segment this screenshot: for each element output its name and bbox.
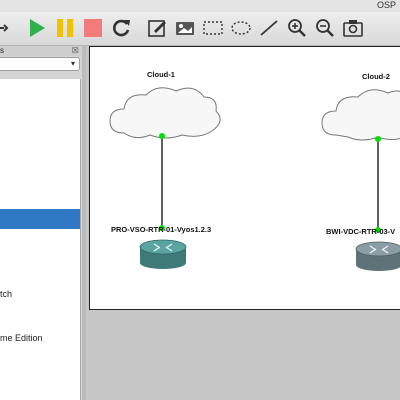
devices-panel: s ⊠ ▾ tch me Edition — [0, 45, 82, 400]
node-label[interactable]: BWI-VDC-RTR-03-V — [326, 227, 395, 236]
stop-icon[interactable] — [82, 17, 104, 39]
device-list[interactable]: tch me Edition — [0, 79, 81, 400]
cloud-icon[interactable] — [321, 89, 400, 141]
device-type-select[interactable]: ▾ — [0, 57, 80, 71]
cut-icon[interactable] — [0, 17, 14, 39]
link-endpoint — [375, 136, 381, 142]
topology-canvas[interactable]: Cloud-1 Cloud-2 PRO-VSO-RTR-01-Vyos1.2.3… — [89, 46, 400, 310]
zoom-in-icon[interactable] — [286, 17, 308, 39]
note-icon[interactable] — [146, 17, 168, 39]
image-icon[interactable] — [174, 17, 196, 39]
devices-panel-header: s ⊠ — [0, 45, 82, 56]
list-item[interactable]: tch — [0, 289, 12, 299]
zoom-out-icon[interactable] — [314, 17, 336, 39]
rectangle-icon[interactable] — [202, 17, 224, 39]
toolbar — [0, 12, 400, 46]
pause-icon[interactable] — [54, 17, 76, 39]
play-icon[interactable] — [26, 17, 48, 39]
list-item[interactable]: me Edition — [0, 333, 43, 343]
node-label[interactable]: Cloud-2 — [362, 72, 390, 81]
devices-panel-title: s — [0, 46, 4, 55]
selected-list-item[interactable] — [0, 209, 80, 229]
topology-graphics — [109, 87, 400, 271]
link-endpoint — [159, 133, 165, 139]
screenshot-icon[interactable] — [342, 17, 364, 39]
panel-close-icon[interactable]: ⊠ — [71, 45, 79, 56]
ellipse-icon[interactable] — [230, 17, 252, 39]
node-label[interactable]: PRO-VSO-RTR-01-Vyos1.2.3 — [111, 225, 211, 234]
cloud-icon[interactable] — [109, 87, 221, 139]
window-title: OSP — [376, 0, 396, 10]
chevron-down-icon: ▾ — [70, 59, 75, 68]
node-label[interactable]: Cloud-1 — [147, 70, 175, 79]
line-icon[interactable] — [258, 17, 280, 39]
reload-icon[interactable] — [110, 17, 132, 39]
router-icon[interactable] — [355, 241, 400, 271]
router-icon[interactable] — [139, 239, 187, 269]
